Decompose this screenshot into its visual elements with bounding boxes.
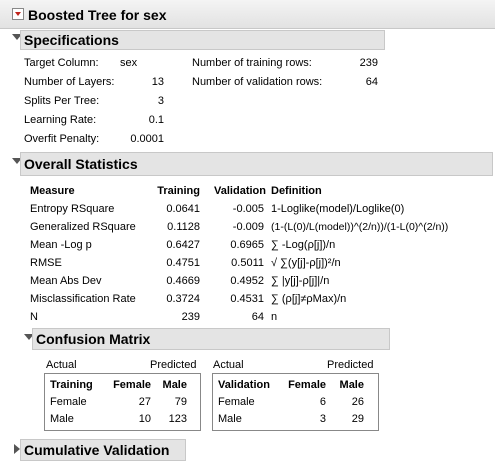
validation-cell: 0.6965	[230, 239, 264, 251]
count-cell: 29	[351, 413, 364, 425]
confusion-matrix-title: Confusion Matrix	[36, 331, 151, 347]
definition-cell: 1-Loglike(model)/Loglike(0)	[271, 203, 405, 215]
actual-label: Actual	[213, 359, 244, 371]
spec-label: Target Column:	[24, 57, 99, 69]
spec-value: 239	[359, 57, 378, 69]
cumulative-validation-title: Cumulative Validation	[24, 442, 170, 458]
definition-cell: n	[271, 311, 278, 323]
count-cell: 123	[168, 413, 187, 425]
row-label: Male	[218, 413, 242, 425]
measure-cell: RMSE	[30, 257, 62, 269]
report-title: Boosted Tree for sex	[28, 7, 167, 23]
col-header-definition: Definition	[271, 185, 322, 197]
spec-value: sex	[120, 57, 138, 69]
count-cell: 6	[319, 396, 326, 408]
definition-cell: ∑ |y[j]-ρ[j]|/n	[271, 275, 330, 287]
set-header: Validation	[218, 379, 270, 391]
training-cell: 0.4669	[166, 275, 200, 287]
row-label: Male	[50, 413, 74, 425]
measure-cell: N	[30, 311, 38, 323]
measure-cell: Mean Abs Dev	[30, 275, 102, 287]
predicted-label: Predicted	[150, 359, 197, 371]
overall-statistics-title: Overall Statistics	[24, 156, 138, 172]
training-cell: 0.0641	[166, 203, 200, 215]
spec-label: Number of training rows:	[192, 57, 312, 69]
col-header-female: Female	[288, 379, 326, 391]
count-cell: 27	[138, 396, 151, 408]
spec-value: 13	[151, 76, 164, 88]
col-header-female: Female	[113, 379, 151, 391]
validation-cell: 0.4531	[230, 293, 264, 305]
validation-cell: -0.009	[232, 221, 264, 233]
count-cell: 26	[351, 396, 364, 408]
measure-cell: Generalized RSquare	[30, 221, 136, 233]
row-label: Female	[50, 396, 87, 408]
training-cell: 239	[181, 311, 200, 323]
training-cell: 0.6427	[166, 239, 200, 251]
col-header-measure: Measure	[30, 185, 75, 197]
col-header-male: Male	[339, 379, 364, 391]
predicted-label: Predicted	[327, 359, 374, 371]
validation-cell: 0.4952	[230, 275, 264, 287]
spec-value: 3	[157, 95, 164, 107]
validation-cell: 64	[251, 311, 264, 323]
set-header: Training	[50, 379, 93, 391]
training-cell: 0.1128	[167, 221, 200, 233]
count-cell: 10	[138, 413, 151, 425]
training-cell: 0.4751	[166, 257, 200, 269]
definition-cell: √ ∑(y[j]-ρ[j])²/n	[271, 257, 341, 269]
definition-cell: (1-(L(0)/L(model))^(2/n))/(1-L(0)^(2/n))	[271, 221, 449, 233]
validation-cell: 0.5011	[231, 257, 264, 269]
spec-label: Number of Layers:	[24, 76, 115, 88]
measure-cell: Entropy RSquare	[30, 203, 115, 215]
spec-value: 64	[365, 76, 378, 88]
spec-label: Overfit Penalty:	[24, 133, 100, 145]
actual-label: Actual	[46, 359, 77, 371]
col-header-training: Training	[157, 185, 200, 197]
red-triangle-menu-icon[interactable]	[12, 8, 24, 20]
col-header-male: Male	[162, 379, 187, 391]
spec-value: 0.0001	[130, 133, 164, 145]
count-cell: 3	[319, 413, 326, 425]
spec-label: Splits Per Tree:	[24, 95, 100, 107]
spec-label: Number of validation rows:	[192, 76, 323, 88]
specifications-title: Specifications	[24, 32, 119, 48]
measure-cell: Misclassification Rate	[30, 293, 136, 305]
measure-cell: Mean -Log p	[30, 239, 92, 251]
col-header-validation: Validation	[214, 185, 266, 197]
row-label: Female	[218, 396, 255, 408]
spec-value: 0.1	[148, 114, 164, 126]
training-cell: 0.3724	[166, 293, 200, 305]
validation-cell: -0.005	[232, 203, 264, 215]
count-cell: 79	[174, 396, 187, 408]
definition-cell: ∑ (ρ[j]≠ρMax)/n	[271, 293, 347, 305]
spec-label: Learning Rate:	[24, 114, 97, 126]
definition-cell: ∑ -Log(ρ[j])/n	[271, 239, 336, 251]
